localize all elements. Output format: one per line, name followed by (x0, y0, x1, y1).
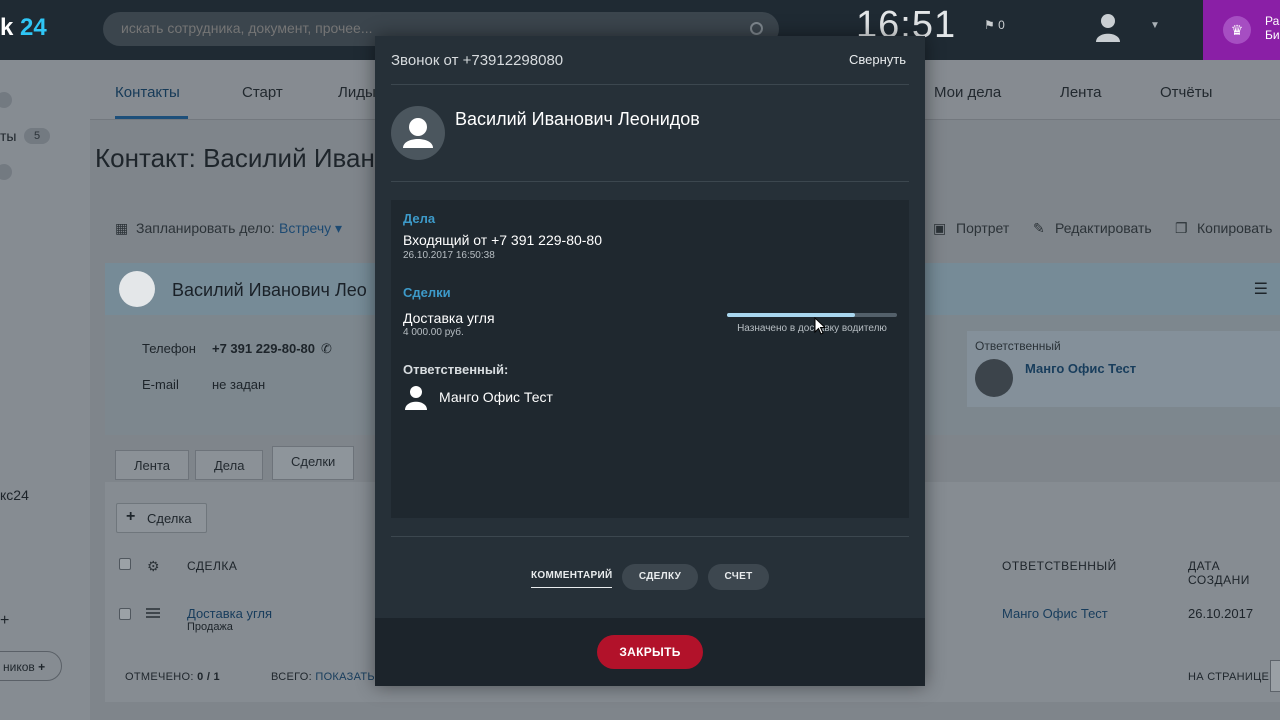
phone-call-icon[interactable]: ✆ (321, 341, 332, 357)
per-page-select[interactable] (1270, 660, 1280, 692)
contact-book-icon (119, 271, 155, 307)
close-button[interactable]: ЗАКРЫТЬ (597, 635, 703, 669)
comment-action-button[interactable]: КОММЕНТАРИЙ (531, 564, 612, 588)
column-header-deal[interactable]: СДЕЛКА (187, 559, 237, 573)
copy-button[interactable]: Копировать (1197, 220, 1272, 236)
tab-contacts[interactable]: Контакты (115, 84, 180, 101)
modal-footer: ЗАКРЫТЬ (375, 618, 925, 686)
tab-start[interactable]: Старт (242, 84, 283, 101)
tab-leads[interactable]: Лиды (338, 84, 376, 101)
column-header-responsible[interactable]: ОТВЕТСТВЕННЫЙ (1002, 559, 1117, 573)
responsible-name-modal[interactable]: Манго Офис Тест (439, 389, 553, 405)
app-logo[interactable]: k 24 (0, 14, 47, 42)
deal-type: Продажа (187, 621, 233, 633)
create-deal-button[interactable]: СДЕЛКУ (622, 564, 698, 590)
mouse-cursor-icon (814, 317, 826, 335)
add-deal-button[interactable]: + Сделка (116, 503, 207, 533)
task-title[interactable]: Входящий от +7 391 229-80-80 (403, 232, 602, 248)
calendar-icon: ▦ (115, 220, 129, 236)
phone-value[interactable]: +7 391 229-80-80 (212, 341, 315, 356)
list-icon[interactable]: ☰ (1254, 279, 1268, 299)
plan-task-label: Запланировать дело: (136, 220, 275, 236)
search-icon[interactable] (750, 22, 763, 35)
chevron-down-icon[interactable]: ▼ (1150, 20, 1160, 31)
row-created: 26.10.2017 (1188, 606, 1254, 621)
tab-tasks-lower[interactable]: Дела (195, 450, 264, 480)
user-avatar-icon[interactable] (1094, 12, 1122, 42)
responsible-person-icon (405, 386, 427, 410)
avatar (975, 359, 1013, 397)
plus-icon: + (126, 508, 136, 525)
crown-icon: ♛ (1223, 16, 1251, 44)
select-all-checkbox[interactable] (119, 558, 131, 570)
show-total-link[interactable]: ПОКАЗАТЬ (315, 671, 375, 683)
caller-avatar (391, 106, 445, 160)
portrait-button[interactable]: Портрет (956, 220, 1009, 236)
row-menu-icon[interactable] (146, 608, 160, 618)
footer-per-page: НА СТРАНИЦЕ: (1188, 671, 1273, 683)
page-title: Контакт: Василий Иван (95, 143, 375, 173)
responsible-box: Ответственный Манго Офис Тест (967, 331, 1280, 407)
edit-icon: ✎ (1033, 220, 1045, 236)
flag-counter[interactable]: ⚑ 0 (984, 18, 1005, 32)
row-checkbox[interactable] (119, 608, 131, 620)
tab-feed-lower[interactable]: Лента (115, 450, 189, 480)
tab-feed[interactable]: Лента (1060, 84, 1102, 101)
tasks-section-title: Дела (403, 211, 436, 226)
sidebar-staff-button[interactable]: ников + (0, 651, 62, 681)
contact-name: Василий Иванович Лео (172, 280, 367, 300)
sidebar-item-bitrix[interactable]: кс24 (0, 487, 29, 503)
incoming-call-modal: Звонок от +73912298080 Свернуть Василий … (375, 36, 925, 686)
email-label: E-mail (142, 377, 179, 392)
divider (391, 181, 909, 182)
deal-link[interactable]: Доставка угля (187, 606, 272, 621)
tab-reports[interactable]: Отчёты (1160, 84, 1212, 101)
copy-icon: ❐ (1175, 220, 1188, 236)
sidebar-add-icon[interactable]: + (0, 612, 9, 630)
divider (391, 84, 909, 85)
gear-icon[interactable]: ⚙ (147, 558, 160, 575)
phone-label: Телефон (142, 341, 196, 356)
sidebar-badge: 5 (24, 128, 50, 144)
footer-selected: ОТМЕЧЕНО: 0 / 1 (125, 671, 220, 683)
deal-stage: Назначено в доставку водителю (737, 323, 887, 334)
footer-total: ВСЕГО: ПОКАЗАТЬ (271, 671, 375, 683)
responsible-name[interactable]: Манго Офис Тест (1025, 361, 1136, 376)
collapse-button[interactable]: Свернуть (849, 52, 906, 67)
deals-section-title: Сделки (403, 285, 451, 300)
create-invoice-button[interactable]: СЧЕТ (708, 564, 769, 590)
email-value: не задан (212, 377, 266, 392)
sidebar-item-contacts[interactable]: ты (0, 128, 16, 144)
responsible-label: Ответственный (975, 339, 1061, 353)
deal-amount: 4 000.00 руб. (403, 327, 464, 338)
column-header-created[interactable]: ДАТА СОЗДАНИ (1188, 559, 1280, 587)
plan-task-select[interactable]: Встречу ▾ (279, 220, 342, 237)
left-sidebar (0, 60, 90, 720)
row-responsible[interactable]: Манго Офис Тест (1002, 606, 1108, 621)
modal-title: Звонок от +73912298080 (391, 52, 564, 69)
caller-name: Василий Иванович Леонидов (455, 109, 700, 129)
deal-progress-fill (727, 313, 855, 317)
tab-my-tasks[interactable]: Мои дела (934, 84, 1001, 101)
caller-info-panel: Дела Входящий от +7 391 229-80-80 26.10.… (391, 200, 909, 518)
search-input[interactable] (121, 20, 721, 36)
active-tab-indicator (115, 116, 188, 119)
deal-progress-bar (727, 313, 897, 317)
person-icon (403, 118, 433, 148)
edit-button[interactable]: Редактировать (1055, 220, 1152, 236)
task-time: 26.10.2017 16:50:38 (403, 250, 495, 261)
deal-title[interactable]: Доставка угля (403, 310, 495, 326)
portrait-icon: ▣ (933, 220, 947, 236)
tab-deals-lower[interactable]: Сделки (272, 446, 355, 480)
responsible-section-title: Ответственный: (403, 362, 509, 377)
promo-banner[interactable]: ♛ Ра Би (1203, 0, 1280, 60)
divider (391, 536, 909, 537)
